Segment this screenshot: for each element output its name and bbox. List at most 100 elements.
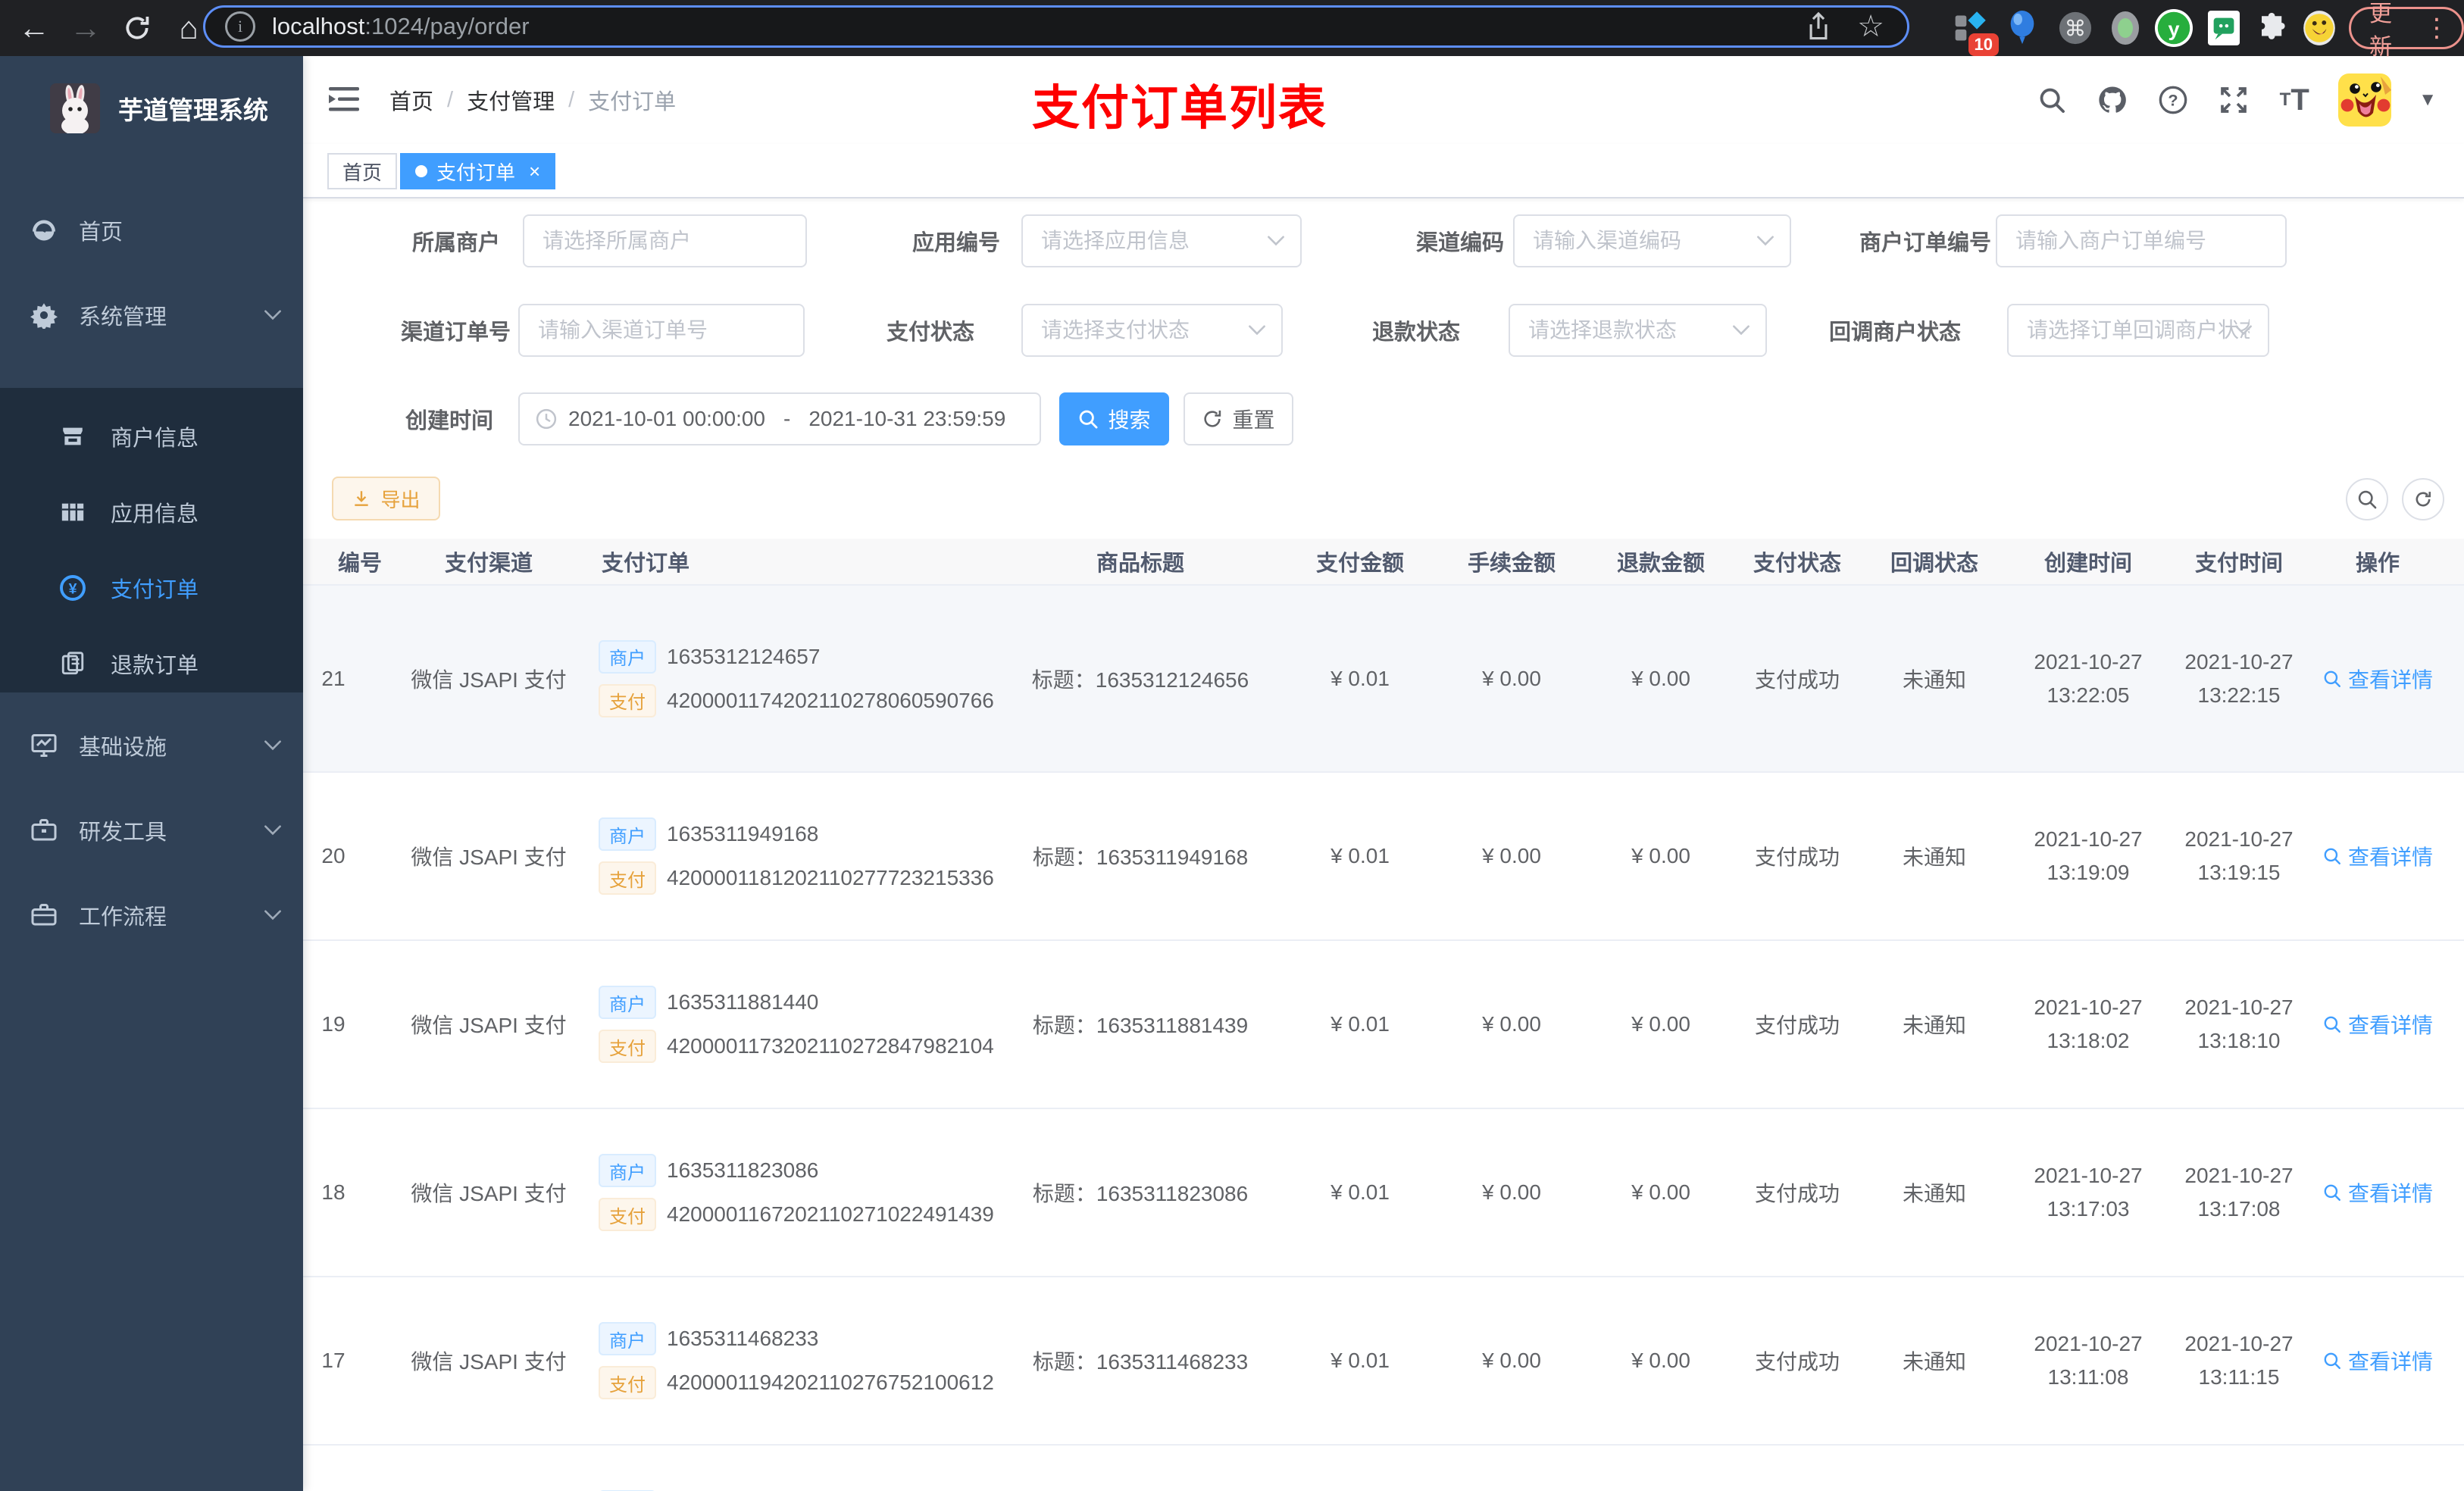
merchant-order-no-input[interactable]: [1996, 214, 2287, 267]
back-icon[interactable]: ←: [11, 0, 58, 56]
header-amount: 支付金额: [1315, 552, 1404, 576]
search-icon[interactable]: [2035, 83, 2068, 117]
cell-title: 标题：1635311949168: [1032, 846, 1249, 869]
notify-status-select[interactable]: [2007, 304, 2269, 357]
search-icon: [2324, 1016, 2340, 1033]
app-logo-row[interactable]: 芋道管理系统: [0, 67, 303, 150]
merchant-order-no-label: 商户订单编号: [1859, 231, 1991, 255]
search-icon: [2324, 848, 2340, 864]
header-id: 编号: [337, 552, 382, 576]
avatar-caret-icon[interactable]: ▼: [2419, 89, 2437, 111]
sidebar-item-workflow[interactable]: 工作流程: [0, 876, 303, 955]
user-avatar[interactable]: [2338, 73, 2392, 127]
profile-avatar-icon[interactable]: [2299, 8, 2340, 48]
cell-channel: 微信 JSAPI 支付: [411, 846, 567, 869]
share-icon[interactable]: [1806, 11, 1831, 42]
table-row[interactable]: 17 微信 JSAPI 支付 商户 1635311468233 支付 4200001…: [303, 1277, 2464, 1446]
sidebar-item-merchant-info[interactable]: 商户信息: [0, 397, 303, 476]
cell-pay-time: 2021-10-27 13:17:08: [2184, 1164, 2294, 1221]
fullscreen-icon[interactable]: [2217, 83, 2250, 117]
reset-button[interactable]: 重置: [1184, 392, 1293, 445]
app-logo: [50, 83, 100, 133]
merchant-input[interactable]: [523, 214, 807, 267]
tag-home[interactable]: 首页: [327, 153, 398, 189]
help-icon[interactable]: ?: [2156, 83, 2190, 117]
sidebar-item-pay-order[interactable]: ¥ 支付订单: [0, 549, 303, 627]
chevron-down-icon: [1267, 236, 1285, 246]
extension-balloon-icon[interactable]: [2002, 8, 2043, 48]
cell-fee: ¥ 0.00: [1482, 1349, 1541, 1372]
channel-order-no-label: 渠道订单号: [400, 320, 511, 345]
view-detail-link[interactable]: 查看详情: [2322, 1009, 2433, 1039]
table-row[interactable]: 18 微信 JSAPI 支付 商户 1635311823086 支付 4200001…: [303, 1109, 2464, 1277]
sidebar-item-app-info[interactable]: 应用信息: [0, 473, 303, 552]
grid-icon: [59, 499, 86, 525]
view-detail-link[interactable]: 查看详情: [2322, 1346, 2433, 1376]
app-select[interactable]: [1021, 214, 1302, 267]
breadcrumb-home[interactable]: 首页: [389, 84, 433, 116]
cell-create-time: 2021-10-27 13:22:05: [2034, 649, 2143, 707]
sidebar-item-infrastructure[interactable]: 基础设施: [0, 706, 303, 785]
toggle-search-button[interactable]: [2346, 478, 2388, 520]
table-row[interactable]: 21 微信 JSAPI 支付 商户 1635312124657 支付 4200001…: [303, 586, 2464, 773]
merchant-tag: 商户: [599, 1154, 656, 1187]
bookmark-star-icon[interactable]: ☆: [1857, 9, 1884, 44]
pay-status-select[interactable]: [1021, 304, 1283, 357]
search-icon: [2324, 1184, 2340, 1201]
url-bar[interactable]: i localhost:1024/pay/order ☆: [203, 5, 1909, 48]
tag-pay-order[interactable]: 支付订单 ×: [400, 153, 556, 189]
table-row[interactable]: 20 微信 JSAPI 支付 商户 1635311949168 支付 4200001…: [303, 773, 2464, 941]
toolbox-icon: [30, 817, 58, 844]
table-row[interactable]: 商户1635311051796 支付: [303, 1446, 2464, 1491]
briefcase-icon: [30, 902, 58, 929]
gear-icon: [30, 302, 58, 329]
url-text: localhost:1024/pay/order: [272, 13, 530, 39]
reload-icon[interactable]: [114, 0, 161, 56]
sidebar-toggle-icon[interactable]: [327, 85, 361, 114]
cell-pay-order: 商户 1635311823086 支付 4200001167202110271022…: [599, 1143, 1023, 1242]
cell-title: 标题：1635311881439: [1032, 1014, 1249, 1037]
create-time-label: 创建时间: [405, 409, 493, 433]
search-icon: [2358, 490, 2377, 509]
merchant-input-field[interactable]: [524, 229, 805, 253]
extension-chat-icon[interactable]: [2203, 8, 2244, 48]
create-time-range-picker[interactable]: 2021-10-01 00:00:00 - 2021-10-31 23:59:5…: [518, 392, 1041, 445]
app-label: 应用编号: [911, 231, 1000, 255]
github-icon[interactable]: [2096, 83, 2129, 117]
update-button[interactable]: 更新 ⋮: [2349, 2, 2464, 60]
filter-row-3: 创建时间 2021-10-01 00:00:00 - 2021-10-31 23…: [303, 392, 2464, 445]
forward-icon[interactable]: →: [62, 0, 109, 56]
cell-fee: ¥ 0.00: [1482, 1012, 1541, 1036]
view-detail-link[interactable]: 查看详情: [2322, 1177, 2433, 1208]
sidebar-item-system[interactable]: 系统管理: [0, 276, 303, 355]
extensions-puzzle-icon[interactable]: [2252, 8, 2293, 48]
font-size-icon[interactable]: TT: [2278, 83, 2311, 117]
export-button[interactable]: 导出: [332, 477, 440, 520]
breadcrumb-payment[interactable]: 支付管理: [467, 84, 555, 116]
extension-record-icon[interactable]: [2105, 8, 2146, 48]
extension-command-icon[interactable]: ⌘: [2055, 8, 2096, 48]
tags-view: 首页 支付订单 ×: [303, 144, 2464, 198]
pay-status-label: 支付状态: [886, 320, 974, 345]
browser-menu-icon[interactable]: ⋮: [2424, 13, 2450, 43]
sidebar-item-dev-tools[interactable]: 研发工具: [0, 791, 303, 870]
search-button[interactable]: 搜索: [1059, 392, 1169, 445]
merchant-label: 所属商户: [411, 231, 500, 255]
site-info-icon[interactable]: i: [225, 11, 255, 42]
view-detail-link[interactable]: 查看详情: [2322, 841, 2433, 871]
chevron-down-icon: [264, 740, 282, 751]
breadcrumb-pay-order: 支付订单: [588, 90, 677, 114]
cell-create-time: 2021-10-27 13:17:03: [2034, 1164, 2143, 1221]
cell-refund: ¥ 0.00: [1631, 1180, 1690, 1204]
sidebar-item-refund-order[interactable]: 退款订单: [0, 624, 303, 703]
table-row[interactable]: 19 微信 JSAPI 支付 商户 1635311881440 支付 4200001…: [303, 941, 2464, 1109]
sidebar-item-home[interactable]: 首页: [0, 191, 303, 270]
extension-grid-icon[interactable]: 10: [1949, 8, 1999, 56]
close-icon[interactable]: ×: [529, 160, 540, 183]
extension-y-icon[interactable]: y: [2153, 8, 2194, 48]
refresh-table-button[interactable]: [2402, 478, 2444, 520]
channel-code-label: 渠道编码: [1415, 231, 1504, 255]
channel-order-no-input[interactable]: [518, 304, 805, 357]
view-detail-link[interactable]: 查看详情: [2322, 664, 2433, 694]
cell-pay-status: 支付成功: [1754, 846, 1840, 869]
